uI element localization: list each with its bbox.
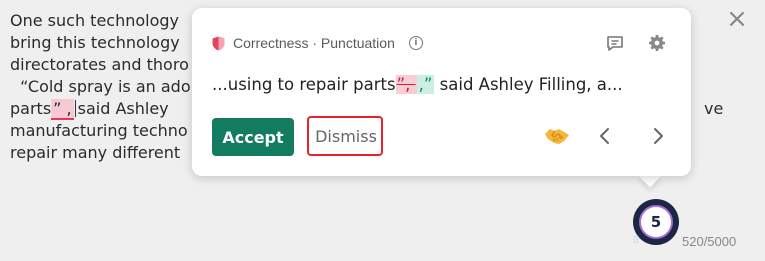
- doc-line-text: One such technology: [10, 11, 180, 30]
- suggestion-count: 5: [650, 213, 662, 231]
- gauge-ring: 5: [639, 205, 673, 239]
- chevron-left-icon[interactable]: [595, 125, 615, 147]
- preview-text: ...using to repair parts: [212, 75, 396, 94]
- dismiss-highlight-box: Dismiss: [307, 116, 383, 156]
- feedback-icon[interactable]: [605, 33, 625, 53]
- card-header: Correctness · Punctuation i: [212, 33, 423, 53]
- doc-line-text: parts: [10, 99, 52, 118]
- suggestion-category: Correctness · Punctuation: [233, 35, 395, 51]
- doc-line-trailing-text: ve: [704, 99, 724, 118]
- suggestion-card: Correctness · Punctuation i ...using to …: [192, 8, 691, 176]
- settings-icon[interactable]: [647, 33, 667, 53]
- punctuation-error-highlight[interactable]: ” ,: [51, 99, 74, 120]
- doc-line-text: manufacturing techno: [10, 121, 188, 140]
- dismiss-button[interactable]: Dismiss: [313, 123, 379, 149]
- handshake-icon[interactable]: [544, 125, 570, 147]
- doc-line-text: said Ashley: [77, 99, 169, 118]
- doc-line-text: “Cold spray is an ado: [10, 77, 191, 96]
- suggestion-preview: ...using to repair parts”, ,” said Ashle…: [212, 75, 623, 94]
- deleted-text: ”,: [395, 75, 417, 94]
- text-caret: [74, 100, 76, 117]
- chevron-right-icon[interactable]: [648, 125, 668, 147]
- doc-line-text: repair many different: [10, 143, 181, 162]
- doc-line-text: bring this technology: [10, 33, 180, 52]
- suggestion-count-badge[interactable]: 5: [633, 199, 679, 245]
- shield-icon: [212, 36, 225, 50]
- character-count: 520/5000: [682, 234, 737, 249]
- preview-text: said Ashley Filling, a...: [434, 75, 623, 94]
- inserted-text: ,”: [416, 75, 435, 94]
- info-icon[interactable]: i: [408, 36, 423, 50]
- grip-dots-icon: [633, 235, 639, 243]
- doc-line-text: directorates and thoro: [10, 55, 189, 74]
- close-icon[interactable]: ×: [726, 6, 748, 32]
- accept-button[interactable]: Accept: [212, 118, 294, 156]
